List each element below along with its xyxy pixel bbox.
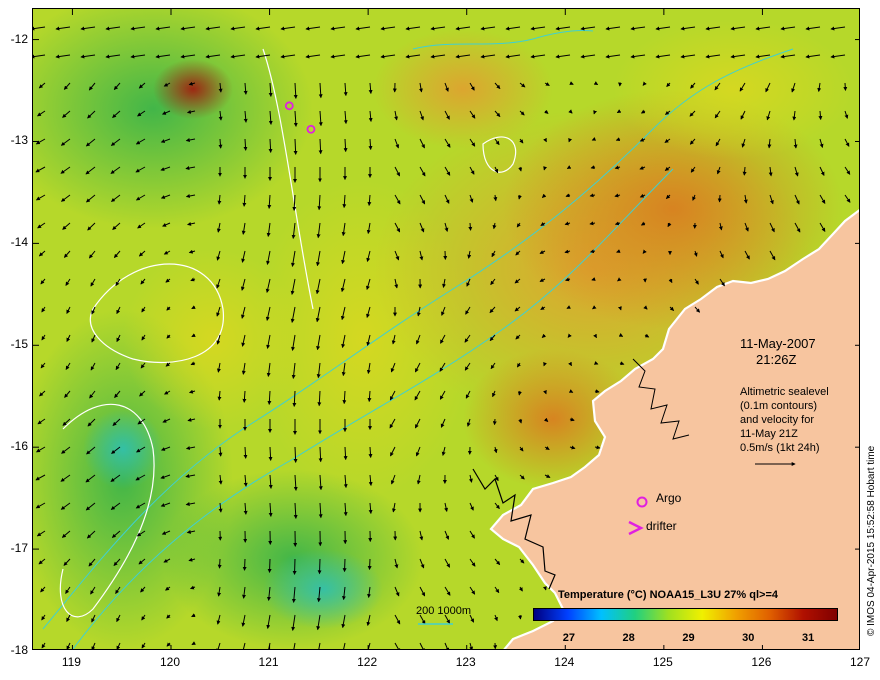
sst-map <box>32 8 860 650</box>
lat-tick-label: -17 <box>10 541 28 556</box>
velocity-arrow <box>243 446 248 459</box>
lon-tick-label: 127 <box>849 655 871 669</box>
velocity-arrow <box>268 446 273 461</box>
argo-legend-label: Argo <box>656 491 682 505</box>
velocity-arrow <box>717 194 722 203</box>
lon-tick-label: 121 <box>258 655 279 669</box>
velocity-arrow <box>292 558 297 575</box>
sst-patch <box>263 549 383 629</box>
lat-tick-label: -16 <box>10 439 28 454</box>
sst-patch <box>123 249 303 429</box>
velocity-arrow <box>317 558 322 575</box>
velocity-arrow <box>342 558 347 573</box>
datetime-label: 11-May-2007 21:26Z <box>740 336 816 368</box>
velocity-arrow <box>242 558 247 571</box>
velocity-arrow <box>468 222 473 231</box>
altimetry-note: Altimetric sealevel (0.1m contours) and … <box>740 385 829 455</box>
lat-tick-label: -18 <box>10 643 28 657</box>
colorbar <box>533 608 838 621</box>
sst-patch <box>613 19 853 159</box>
velocity-arrow <box>267 558 272 573</box>
lon-tick-label: 120 <box>159 655 181 669</box>
date-text: 11-May-2007 <box>740 336 816 351</box>
colorbar-tick-label: 31 <box>801 632 815 644</box>
lon-tick-label: 119 <box>61 655 81 669</box>
lat-tick-label: -14 <box>10 235 28 250</box>
altimetry-line: 11-May 21Z <box>740 428 798 440</box>
drifter-legend-label: drifter <box>646 519 677 533</box>
lat-tick-label: -12 <box>10 31 28 46</box>
velocity-arrow <box>742 166 747 176</box>
colorbar-tick-label: 27 <box>562 632 575 644</box>
time-text: 21:26Z <box>756 352 797 367</box>
map-canvas <box>33 9 859 649</box>
altimetry-line: and velocity for <box>740 414 814 426</box>
lat-tick-label: -15 <box>10 337 28 352</box>
velocity-arrow <box>368 138 373 151</box>
colorbar-tick-label: 29 <box>682 632 695 644</box>
velocity-arrow <box>368 446 373 459</box>
velocity-arrow <box>293 138 298 155</box>
lat-tick-label: -13 <box>10 133 28 148</box>
colorbar-tick-label: 28 <box>622 632 635 644</box>
lon-tick-label: 123 <box>455 655 476 669</box>
lon-tick-label: 124 <box>554 655 575 669</box>
colorbar-tick-label: 30 <box>742 632 755 644</box>
velocity-arrow <box>293 446 298 463</box>
altimetry-line: (0.1m contours) <box>740 400 818 412</box>
velocity-arrow <box>318 138 323 155</box>
lon-tick-label: 126 <box>751 655 772 669</box>
sst-patch <box>83 409 163 489</box>
velocity-arrow <box>218 138 223 149</box>
colorbar-title: Temperature (°C) NOAA15_L3U 27% ql>=4 <box>558 589 778 601</box>
velocity-arrow <box>818 110 823 121</box>
lon-tick-label: 122 <box>357 655 378 669</box>
velocity-arrow <box>243 138 248 151</box>
sst-patch <box>373 29 553 149</box>
altimetry-line: Altimetric sealevel <box>740 386 829 398</box>
velocity-arrow <box>268 138 273 153</box>
velocity-arrow <box>367 558 372 571</box>
velocity-arrow <box>518 614 523 620</box>
depth-scale-label: 200 1000m <box>416 605 472 617</box>
velocity-arrow <box>843 82 848 91</box>
velocity-arrow <box>217 558 222 569</box>
velocity-arrow <box>218 446 223 457</box>
altimetry-line: 0.5m/s (1kt 24h) <box>740 442 820 454</box>
velocity-arrow <box>318 446 323 463</box>
velocity-arrow <box>343 446 348 461</box>
credit-text: © IMOS 04-Apr-2015 15:52:58 Hobart time <box>866 445 877 636</box>
velocity-arrow <box>492 418 497 426</box>
velocity-arrow <box>343 138 348 153</box>
lon-tick-label: 125 <box>652 655 673 669</box>
